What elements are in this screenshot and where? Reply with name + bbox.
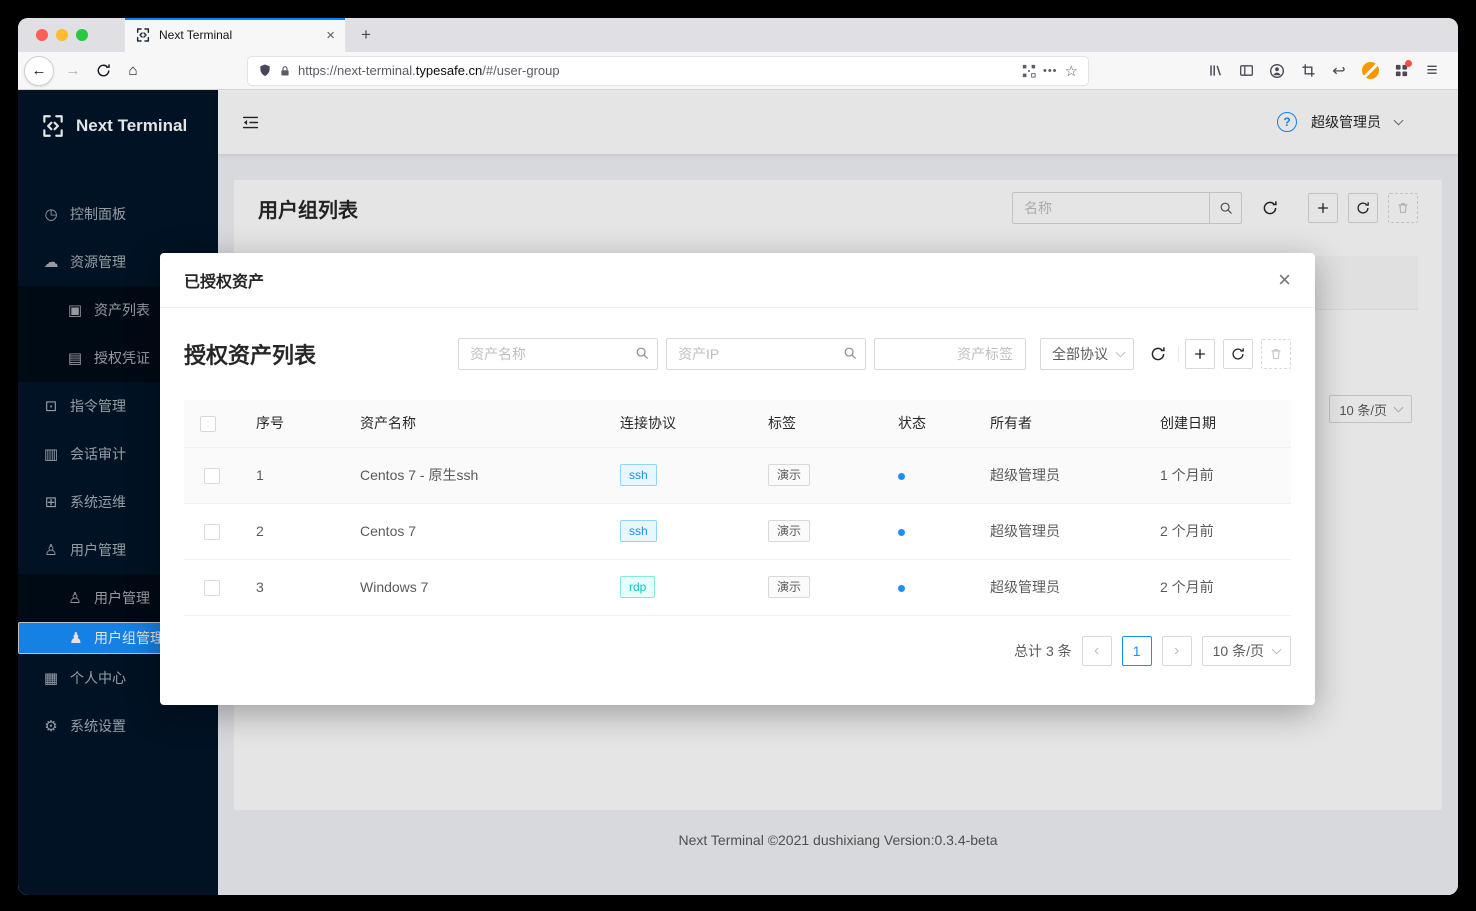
row-checkbox[interactable] — [204, 580, 220, 596]
reload-assets-button[interactable] — [1223, 339, 1253, 369]
modal-title: 已授权资产 — [184, 268, 264, 292]
status-dot — [898, 585, 905, 592]
toolbar-right-icons: ↩ ≡ — [1201, 57, 1452, 85]
page-size-select[interactable]: 10 条/页 — [1202, 636, 1291, 666]
home-button[interactable]: ⌂ — [118, 56, 148, 86]
modal-body: 授权资产列表 全部协议 — [160, 308, 1315, 666]
new-tab-button[interactable]: + — [352, 21, 380, 49]
table-row: 3 Windows 7 rdp 演示 超级管理员 2 个月前 — [184, 559, 1291, 615]
table-row: 1 Centos 7 - 原生ssh ssh 演示 超级管理员 1 个月前 — [184, 447, 1291, 503]
crop-icon — [1301, 63, 1316, 78]
refresh-button[interactable] — [1144, 340, 1172, 368]
back-button[interactable]: ← — [24, 56, 54, 86]
label-tag: 演示 — [768, 464, 810, 486]
window-minimize-button[interactable] — [56, 29, 68, 41]
close-icon[interactable]: × — [1278, 269, 1291, 291]
reload-icon — [96, 63, 111, 78]
library-button[interactable] — [1201, 57, 1229, 85]
assets-table: 序号 资产名称 连接协议 标签 状态 所有者 创建日期 — [184, 400, 1291, 616]
status-dot — [898, 473, 905, 480]
label-tag: 演示 — [768, 520, 810, 542]
row-checkbox[interactable] — [204, 524, 220, 540]
modal-header: 已授权资产 × — [160, 253, 1315, 308]
app-root: Next Terminal ◷控制面板 ☁资源管理 ▣资产列表 ▤授权凭证 ⊡指… — [18, 90, 1458, 895]
window-close-button[interactable] — [36, 29, 48, 41]
select-all-checkbox[interactable] — [200, 416, 216, 432]
authorized-assets-modal: 已授权资产 × 授权资产列表 — [160, 253, 1315, 705]
refresh-icon — [1150, 346, 1166, 362]
chevron-right-icon: › — [1174, 642, 1179, 660]
sidebar-toggle-button[interactable] — [1232, 57, 1260, 85]
protocol-tag: ssh — [620, 464, 657, 486]
lock-icon — [279, 64, 291, 78]
account-icon — [1269, 63, 1285, 79]
undo-icon: ↩ — [1332, 61, 1345, 81]
add-asset-button[interactable] — [1185, 339, 1215, 369]
divider — [1178, 346, 1179, 362]
asset-list-title: 授权资产列表 — [184, 338, 316, 370]
bookmark-star-icon[interactable]: ☆ — [1065, 62, 1078, 80]
screenshot-button[interactable] — [1294, 57, 1322, 85]
traffic-lights — [36, 29, 88, 41]
window-zoom-button[interactable] — [76, 29, 88, 41]
site-favicon-icon — [135, 27, 151, 43]
protocol-tag: ssh — [620, 520, 657, 542]
protocol-select[interactable]: 全部协议 — [1040, 338, 1134, 370]
modal-toolbar-row: 授权资产列表 全部协议 — [184, 338, 1291, 370]
asset-ip-search — [666, 338, 866, 370]
status-dot — [898, 529, 905, 536]
url-text: https://next-terminal.typesafe.cn/#/user… — [298, 63, 560, 78]
pagination: 总计 3 条 ‹ 1 › 10 条/页 — [184, 636, 1291, 666]
total-count: 总计 3 条 — [1014, 641, 1072, 661]
tracking-shield-icon — [258, 63, 272, 78]
browser-window: Next Terminal × + ← → ⌂ https://next-ter… — [18, 18, 1458, 895]
browser-toolbar: ← → ⌂ https://next-terminal.typesafe.cn/… — [18, 52, 1458, 90]
browser-tab[interactable]: Next Terminal × — [124, 18, 346, 52]
chevron-left-icon: ‹ — [1094, 642, 1099, 660]
asset-ip-input[interactable] — [666, 338, 866, 370]
tab-title: Next Terminal — [159, 28, 318, 42]
delete-assets-button[interactable] — [1261, 339, 1291, 369]
menu-button[interactable]: ≡ — [1418, 57, 1446, 85]
undo-button[interactable]: ↩ — [1325, 57, 1353, 85]
account-button[interactable] — [1263, 57, 1291, 85]
protocol-tag: rdp — [620, 576, 655, 598]
asset-name-input[interactable] — [458, 338, 658, 370]
table-row: 2 Centos 7 ssh 演示 超级管理员 2 个月前 — [184, 503, 1291, 559]
back-icon: ← — [32, 62, 47, 79]
refresh-icon — [1231, 347, 1245, 361]
adblock-extension-icon — [1362, 62, 1379, 79]
notification-dot — [1405, 60, 1412, 67]
url-bar[interactable]: https://next-terminal.typesafe.cn/#/user… — [248, 57, 1088, 85]
page-1-button[interactable]: 1 — [1122, 636, 1152, 666]
row-checkbox[interactable] — [204, 468, 220, 484]
library-icon — [1208, 63, 1223, 78]
page-actions-icon[interactable]: ••• — [1043, 65, 1058, 77]
forward-icon: → — [66, 62, 81, 79]
adblock-extension-button[interactable] — [1356, 57, 1384, 85]
tab-close-icon[interactable]: × — [326, 28, 335, 43]
asset-filters: 全部协议 — [458, 338, 1291, 370]
search-icon[interactable] — [635, 346, 649, 360]
next-page-button[interactable]: › — [1162, 636, 1192, 666]
asset-name-search — [458, 338, 658, 370]
apps-extension-button[interactable] — [1387, 57, 1415, 85]
chevron-down-icon — [1116, 348, 1126, 358]
tab-bar: Next Terminal × + — [18, 18, 1458, 52]
label-tag: 演示 — [768, 576, 810, 598]
prev-page-button[interactable]: ‹ — [1082, 636, 1112, 666]
home-icon: ⌂ — [128, 62, 137, 79]
screen: Next Terminal × + ← → ⌂ https://next-ter… — [0, 0, 1476, 911]
table-header-row: 序号 资产名称 连接协议 标签 状态 所有者 创建日期 — [184, 400, 1291, 447]
hamburger-menu-icon: ≡ — [1426, 60, 1437, 82]
trash-icon — [1269, 347, 1283, 361]
reload-button[interactable] — [88, 56, 118, 86]
asset-tag-input[interactable] — [874, 338, 1026, 370]
forward-button[interactable]: → — [58, 56, 88, 86]
chevron-down-icon — [1272, 644, 1282, 654]
plus-icon — [1193, 347, 1207, 361]
qr-scan-icon[interactable] — [1022, 64, 1036, 78]
search-icon[interactable] — [843, 346, 857, 360]
sidebar-toggle-icon — [1239, 63, 1254, 78]
